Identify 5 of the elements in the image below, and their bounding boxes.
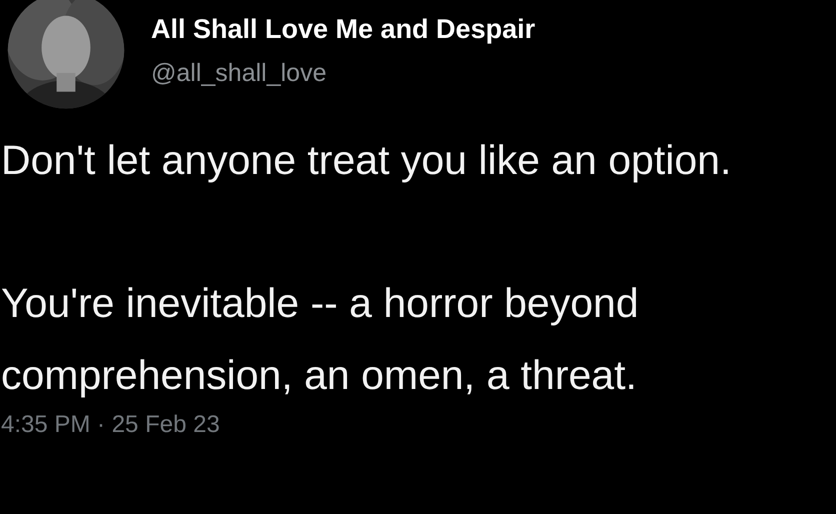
author-name: All Shall Love Me and Despair bbox=[151, 14, 536, 45]
author-handle: @all_shall_love bbox=[151, 59, 326, 88]
tweet-text: You're inevitable -- a horror beyond comprehension, an omen, a threat. bbox=[1, 279, 640, 400]
timestamp: 4:35 PM · 25 Feb 23 bbox=[1, 411, 220, 439]
tweet-text: Don't let anyone treat you like an option. bbox=[1, 136, 732, 185]
